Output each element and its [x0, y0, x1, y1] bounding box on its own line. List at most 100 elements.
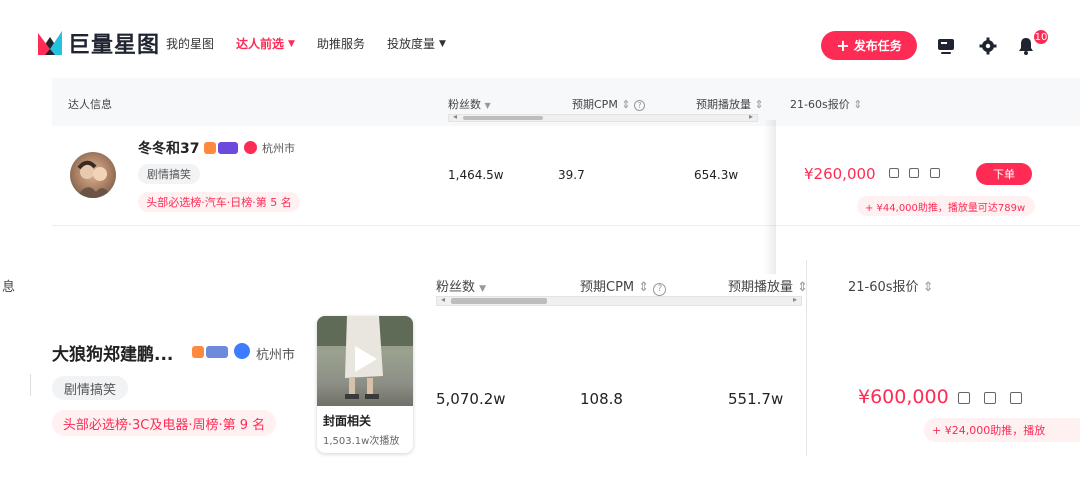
star-badge-icon — [204, 142, 216, 154]
column-header-label: 预期CPM — [572, 98, 618, 111]
video-title: 封面相关 — [323, 414, 372, 428]
price-value: ¥260,000 — [804, 165, 876, 183]
help-icon[interactable]: ? — [634, 100, 646, 111]
star-badge-icon — [192, 346, 204, 358]
chevron-down-icon: ▼ — [438, 38, 446, 49]
expected-cpm: 39.7 — [558, 168, 585, 182]
logo[interactable]: 巨量星图 — [36, 28, 160, 58]
sort-icon: ⇕ — [754, 98, 764, 111]
column-header-plays[interactable]: 预期播放量 ⇕ — [728, 276, 808, 295]
logo-text: 巨量星图 — [68, 33, 161, 58]
creator-city: 杭州市 — [262, 142, 295, 155]
price-value: ¥600,000 — [858, 386, 949, 408]
logo-icon — [36, 29, 64, 57]
nav-item-boost-service[interactable]: 助推服务 — [317, 35, 365, 52]
video-cover-card[interactable]: 封面相关 1,503.1w次播放 — [317, 316, 413, 453]
nav-item-label: 投放度量 — [386, 37, 435, 51]
sort-icon: ⇕ — [922, 280, 934, 295]
chevron-down-icon: ▼ — [288, 38, 295, 49]
column-header-label: 21-60s报价 — [790, 98, 850, 111]
boost-note[interactable]: + ¥24,000助推，播放 — [924, 418, 1080, 442]
column-header-label: 预期播放量 — [696, 98, 751, 111]
help-icon[interactable]: ? — [653, 283, 667, 296]
expected-plays: 551.7w — [728, 390, 784, 408]
document-icon[interactable] — [909, 168, 919, 178]
table-header: 达人信息 粉丝数 ▼ 预期CPM ⇕ ? 预期播放量 ⇕ 21-60s报价 ⇕ … — [52, 78, 1080, 126]
screen-icon[interactable] — [936, 36, 956, 56]
column-header-label: 预期播放量 — [728, 280, 794, 295]
scrollbar-thumb[interactable] — [451, 298, 547, 304]
order-button[interactable]: 下单 — [976, 163, 1032, 185]
sort-icon: ⇕ — [621, 98, 631, 111]
calendar-icon[interactable] — [930, 168, 940, 178]
table-header: 息 粉丝数 ▼ 预期CPM ⇕ ? 预期播放量 ⇕ 21-60s报价 ⇕ ◂ ▸ — [0, 256, 1080, 456]
creator-table-2: 息 粉丝数 ▼ 预期CPM ⇕ ? 预期播放量 ⇕ 21-60s报价 ⇕ ◂ ▸… — [0, 256, 1080, 456]
nav-item-ad-measurement[interactable]: 投放度量 ▼ — [387, 35, 446, 52]
sort-icon: ⇕ — [638, 280, 650, 295]
creator-table-1: 达人信息 粉丝数 ▼ 预期CPM ⇕ ? 预期播放量 ⇕ 21-60s报价 ⇕ … — [52, 78, 1080, 274]
fans-count: 5,070.2w — [436, 390, 506, 408]
column-header-fans[interactable]: 粉丝数 ▼ — [436, 276, 486, 295]
boost-note[interactable]: + ¥44,000助推，播放量可达789w — [857, 196, 1035, 216]
play-icon[interactable] — [355, 346, 377, 372]
creator-name[interactable]: 大狼狗郑建鹏... — [52, 340, 173, 365]
nav-item-label: 达人前选 — [236, 37, 285, 51]
sort-desc-icon: ▼ — [479, 284, 487, 294]
video-play-count: 1,503.1w次播放 — [323, 436, 400, 447]
creator-name[interactable]: 冬冬和37 — [138, 138, 199, 158]
expected-cpm: 108.8 — [580, 390, 623, 408]
copy-icon[interactable] — [958, 392, 970, 404]
scroll-left-icon[interactable]: ◂ — [441, 295, 445, 304]
horizontal-scrollbar[interactable]: ◂ ▸ — [448, 112, 758, 122]
scrollbar-thumb[interactable] — [463, 116, 543, 120]
avatar[interactable] — [70, 152, 116, 198]
category-tag: 剧情搞笑 — [138, 164, 200, 184]
horizontal-scrollbar[interactable]: ◂ ▸ — [436, 295, 802, 306]
column-header-label: 预期CPM — [580, 280, 635, 295]
new-badge-icon — [218, 142, 238, 154]
scroll-right-icon[interactable]: ▸ — [793, 295, 797, 304]
column-header-creator: 息 — [2, 280, 16, 295]
nav-item-label: 助推服务 — [316, 37, 365, 51]
column-header-price[interactable]: 21-60s报价 ⇕ — [790, 96, 862, 112]
creator-level-badge-icon — [206, 346, 228, 358]
creator-city: 杭州市 — [256, 348, 296, 363]
nav-menu: 我的星图 达人前选 ▼ 助推服务 投放度量 ▼ — [166, 35, 468, 52]
column-header-cpm[interactable]: 预期CPM ⇕ ? — [572, 96, 646, 112]
document-icon[interactable] — [984, 392, 996, 404]
column-header-plays[interactable]: 预期播放量 ⇕ — [696, 96, 764, 112]
copy-icon[interactable] — [889, 168, 899, 178]
publish-task-button[interactable]: + 发布任务 — [821, 31, 917, 60]
male-gender-icon — [234, 343, 250, 359]
column-header-price[interactable]: 21-60s报价 ⇕ — [848, 276, 934, 295]
sort-icon: ⇕ — [853, 98, 863, 111]
nav-item-my-xingtu[interactable]: 我的星图 — [166, 35, 214, 52]
scroll-right-icon[interactable]: ▸ — [749, 112, 753, 121]
nav-item-label: 我的星图 — [166, 37, 215, 51]
fans-count: 1,464.5w — [448, 168, 504, 182]
plus-icon: + — [836, 36, 850, 55]
column-header-cpm[interactable]: 预期CPM ⇕ ? — [580, 276, 667, 296]
video-cover-image[interactable] — [317, 316, 413, 406]
table-row[interactable]: 大狼狗郑建鹏... 杭州市 剧情搞笑 头部必选榜·3C及电器·周榜·第 9 名 … — [0, 312, 1080, 456]
column-header-fans[interactable]: 粉丝数 ▼ — [448, 96, 491, 112]
table-row[interactable]: 冬冬和37 杭州市 剧情搞笑 头部必选榜·汽车·日榜·第 5 名 1,464.5… — [52, 120, 1080, 274]
calendar-icon[interactable] — [1010, 392, 1022, 404]
column-header-creator: 达人信息 — [68, 98, 112, 111]
rank-tag[interactable]: 头部必选榜·汽车·日榜·第 5 名 — [138, 192, 300, 212]
rank-tag[interactable]: 头部必选榜·3C及电器·周榜·第 9 名 — [52, 410, 276, 436]
column-header-label: 21-60s报价 — [848, 280, 919, 295]
fixed-column-divider — [764, 120, 776, 274]
row-divider — [30, 374, 31, 396]
gear-icon[interactable] — [978, 36, 998, 56]
notification-badge: 10 — [1032, 28, 1050, 46]
category-tag: 剧情搞笑 — [52, 376, 128, 400]
nav-item-creator-select[interactable]: 达人前选 ▼ — [236, 35, 295, 52]
column-header-label: 粉丝数 — [448, 98, 481, 111]
publish-task-label: 发布任务 — [853, 39, 902, 53]
column-header-label: 粉丝数 — [436, 280, 476, 295]
expected-plays: 654.3w — [694, 168, 739, 182]
scroll-left-icon[interactable]: ◂ — [453, 112, 457, 121]
sort-desc-icon: ▼ — [484, 101, 491, 110]
douyin-icon — [244, 141, 257, 154]
